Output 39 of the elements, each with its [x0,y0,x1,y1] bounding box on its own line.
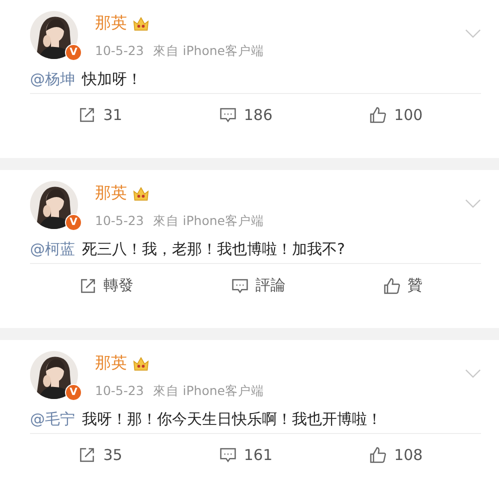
comment-button[interactable]: 評論 [222,272,294,299]
thumbs-up-icon [382,276,400,294]
share-button[interactable]: 35 [70,442,130,468]
thumbs-up-icon [369,446,388,464]
comment-button[interactable]: 161 [210,442,281,468]
post-text: 我呀！那！你今天生日快乐啊！我也开博啦！ [82,410,382,430]
chevron-down-icon[interactable] [465,199,481,208]
post-text: 快加呀！ [82,70,142,90]
mention-link[interactable]: @杨坤 [30,70,75,93]
verified-badge: V [65,214,82,231]
comment-icon [218,106,237,124]
comment-icon [230,276,248,294]
post-source: 來自 iPhone客户端 [152,43,264,60]
post-text: 死三八！我，老那！我也博啦！加我不? [82,240,345,260]
post-time: 10-5-23 [95,43,144,60]
crown-icon [132,16,150,32]
post-time: 10-5-23 [95,213,144,230]
mention-link[interactable]: @毛宁 [30,410,75,433]
like-button[interactable]: 108 [361,442,431,468]
post-source: 來自 iPhone客户端 [152,383,264,400]
crown-icon [132,186,150,202]
verified-badge: V [65,384,82,401]
comment-icon [218,446,237,464]
post-source: 來自 iPhone客户端 [152,213,264,230]
like-button[interactable]: 贊 [374,272,430,299]
share-button[interactable]: 轉發 [70,272,142,299]
like-button[interactable]: 100 [361,102,431,128]
thumbs-up-icon [369,106,388,124]
verified-badge: V [65,44,82,61]
mention-link[interactable]: @柯蓝 [30,240,75,263]
comment-button[interactable]: 186 [210,102,281,128]
share-icon [78,446,96,464]
post-time: 10-5-23 [95,383,144,400]
crown-icon [132,356,150,372]
chevron-down-icon[interactable] [465,29,481,38]
share-button[interactable]: 31 [70,102,130,128]
chevron-down-icon[interactable] [465,369,481,378]
share-icon [78,106,96,124]
share-icon [78,276,96,294]
